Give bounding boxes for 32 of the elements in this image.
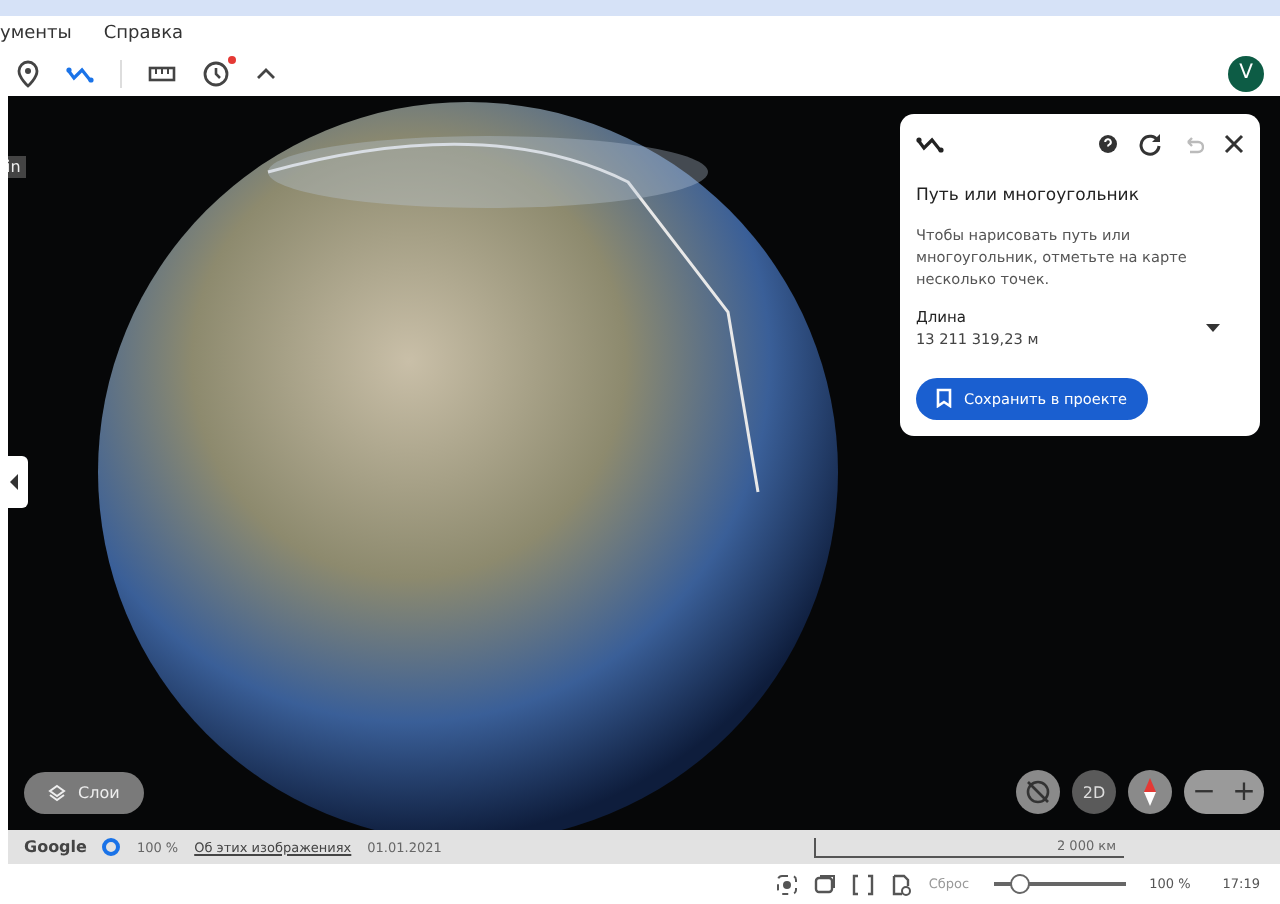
compass-button[interactable] <box>1128 770 1172 814</box>
close-icon[interactable] <box>1224 134 1244 154</box>
help-icon[interactable] <box>1098 134 1118 154</box>
dropdown-caret-icon[interactable] <box>1206 323 1220 332</box>
compass-icon <box>1142 778 1158 806</box>
menu-item[interactable]: Справка <box>103 23 184 43</box>
page-refresh-icon[interactable] <box>890 873 913 895</box>
collapse-tab-icon[interactable] <box>8 456 28 508</box>
tooltip: in <box>8 156 27 178</box>
pin-icon[interactable] <box>16 59 40 87</box>
tilt-button[interactable] <box>1016 770 1060 814</box>
zoom-out-button[interactable]: − <box>1184 770 1224 814</box>
chevron-up-icon[interactable] <box>256 67 276 79</box>
mode-button[interactable]: 2D <box>1072 770 1116 814</box>
slider-thumb[interactable] <box>1009 874 1030 894</box>
bracket-icon[interactable] <box>852 873 875 895</box>
account-avatar[interactable]: V <box>1228 55 1264 91</box>
refresh-icon[interactable] <box>1138 132 1162 156</box>
path-icon[interactable] <box>66 63 94 83</box>
ruler-icon[interactable] <box>148 65 176 81</box>
layers-button[interactable]: Слои <box>24 772 144 814</box>
loading-ring-icon <box>102 838 121 856</box>
layers-icon <box>48 784 66 802</box>
tilt-icon <box>1024 778 1052 806</box>
screens-icon[interactable] <box>814 873 837 895</box>
panel-title: Путь или многоугольник <box>916 186 1141 206</box>
menu-item[interactable]: ументы <box>0 23 72 43</box>
brand-text: Google <box>24 838 87 856</box>
bookmark-icon <box>936 388 952 409</box>
path-icon <box>916 134 944 154</box>
zoom-in-button[interactable]: + <box>1224 770 1264 814</box>
focus-icon[interactable] <box>776 873 799 895</box>
